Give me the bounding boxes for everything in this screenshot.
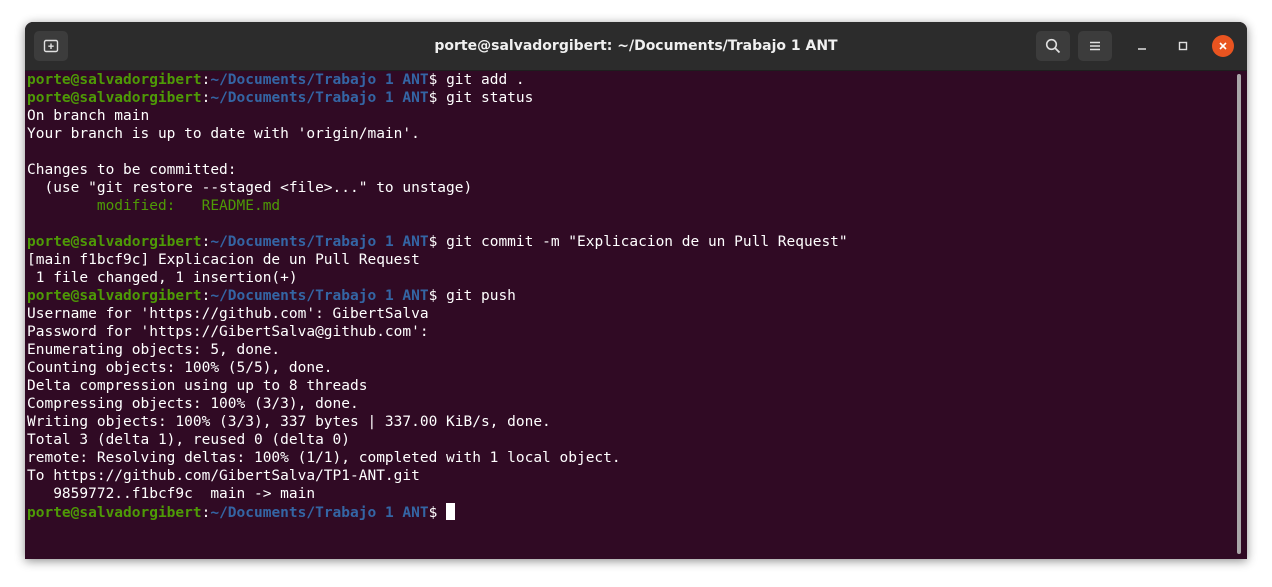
output-line: Counting objects: 100% (5/5), done. (27, 359, 1232, 377)
prompt-line: porte@salvadorgibert:~/Documents/Trabajo… (27, 503, 1232, 521)
text-cursor (446, 503, 456, 520)
command-text: git push (446, 288, 516, 304)
output-text: Changes to be committed: (27, 162, 237, 178)
output-line: modified: README.md (27, 197, 1232, 215)
command-text: git commit -m "Explicacion de un Pull Re… (446, 234, 848, 250)
prompt-user-host: porte@salvadorgibert (27, 72, 202, 88)
output-line: Your branch is up to date with 'origin/m… (27, 125, 1232, 143)
output-line: 9859772..f1bcf9c main -> main (27, 485, 1232, 503)
search-icon (1045, 38, 1061, 54)
output-line: Password for 'https://GibertSalva@github… (27, 323, 1232, 341)
output-text: 9859772..f1bcf9c main -> main (27, 486, 316, 502)
output-text: Writing objects: 100% (3/3), 337 bytes |… (27, 414, 551, 430)
prompt-symbol: $ (428, 72, 447, 88)
scrollbar[interactable] (1237, 74, 1241, 554)
output-text: Delta compression using up to 8 threads (27, 378, 368, 394)
prompt-path: ~/Documents/Trabajo 1 ANT (210, 288, 429, 304)
prompt-path: ~/Documents/Trabajo 1 ANT (210, 72, 429, 88)
terminal-window: porte@salvadorgibert: ~/Documents/Trabaj… (25, 22, 1247, 559)
prompt-symbol: $ (428, 90, 447, 106)
output-line: Writing objects: 100% (3/3), 337 bytes |… (27, 413, 1232, 431)
output-line: Total 3 (delta 1), reused 0 (delta 0) (27, 431, 1232, 449)
output-text: Your branch is up to date with 'origin/m… (27, 126, 420, 142)
output-text: Counting objects: 100% (5/5), done. (27, 360, 333, 376)
command-text: git add . (446, 72, 525, 88)
output-text: remote: Resolving deltas: 100% (1/1), co… (27, 450, 621, 466)
close-icon (1219, 42, 1227, 50)
output-line: To https://github.com/GibertSalva/TP1-AN… (27, 467, 1232, 485)
prompt-user-host: porte@salvadorgibert (27, 90, 202, 106)
maximize-icon (1178, 41, 1188, 51)
command-text: git status (446, 90, 534, 106)
output-line: Compressing objects: 100% (3/3), done. (27, 395, 1232, 413)
terminal-output[interactable]: porte@salvadorgibert:~/Documents/Trabajo… (27, 71, 1232, 559)
minimize-icon (1138, 48, 1146, 50)
title-bar: porte@salvadorgibert: ~/Documents/Trabaj… (25, 22, 1247, 71)
menu-button[interactable] (1078, 31, 1112, 61)
output-line: [main f1bcf9c] Explicacion de un Pull Re… (27, 251, 1232, 269)
output-line: Delta compression using up to 8 threads (27, 377, 1232, 395)
prompt-line: porte@salvadorgibert:~/Documents/Trabajo… (27, 71, 1232, 89)
output-text: Compressing objects: 100% (3/3), done. (27, 396, 359, 412)
maximize-button[interactable] (1172, 35, 1194, 57)
new-tab-icon (43, 39, 59, 53)
prompt-user-host: porte@salvadorgibert (27, 505, 202, 521)
output-text: Username for 'https://github.com': Giber… (27, 306, 429, 322)
output-line: Username for 'https://github.com': Giber… (27, 305, 1232, 323)
minimize-button[interactable] (1131, 35, 1153, 57)
prompt-line: porte@salvadorgibert:~/Documents/Trabajo… (27, 89, 1232, 107)
prompt-symbol: $ (428, 234, 447, 250)
output-text: On branch main (27, 108, 150, 124)
prompt-path: ~/Documents/Trabajo 1 ANT (210, 90, 429, 106)
output-line: Enumerating objects: 5, done. (27, 341, 1232, 359)
prompt-line: porte@salvadorgibert:~/Documents/Trabajo… (27, 287, 1232, 305)
prompt-symbol: $ (428, 288, 447, 304)
prompt-path: ~/Documents/Trabajo 1 ANT (210, 234, 429, 250)
output-text: (use "git restore --staged <file>..." to… (27, 180, 473, 196)
prompt-user-host: porte@salvadorgibert (27, 234, 202, 250)
new-tab-button[interactable] (34, 31, 68, 61)
output-line: On branch main (27, 107, 1232, 125)
output-line: 1 file changed, 1 insertion(+) (27, 269, 1232, 287)
output-text: To https://github.com/GibertSalva/TP1-AN… (27, 468, 420, 484)
prompt-line: porte@salvadorgibert:~/Documents/Trabajo… (27, 233, 1232, 251)
output-line: Changes to be committed: (27, 161, 1232, 179)
search-button[interactable] (1036, 31, 1070, 61)
prompt-path: ~/Documents/Trabajo 1 ANT (210, 505, 429, 521)
prompt-symbol: $ (428, 505, 447, 521)
output-text: Password for 'https://GibertSalva@github… (27, 324, 429, 340)
hamburger-menu-icon (1090, 41, 1100, 51)
output-line: remote: Resolving deltas: 100% (1/1), co… (27, 449, 1232, 467)
output-text: modified: README.md (27, 198, 281, 214)
output-text: Total 3 (delta 1), reused 0 (delta 0) (27, 432, 351, 448)
output-text: Enumerating objects: 5, done. (27, 342, 281, 358)
output-text: [main f1bcf9c] Explicacion de un Pull Re… (27, 252, 420, 268)
output-text: 1 file changed, 1 insertion(+) (27, 270, 298, 286)
close-button[interactable] (1212, 35, 1234, 57)
output-line: (use "git restore --staged <file>..." to… (27, 179, 1232, 197)
prompt-user-host: porte@salvadorgibert (27, 288, 202, 304)
